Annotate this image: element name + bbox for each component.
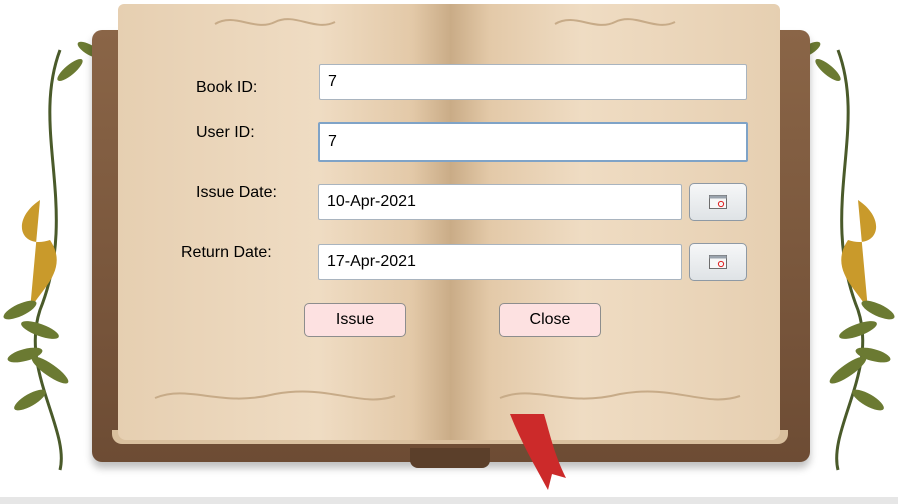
page-flourish-bottom-right (499, 390, 741, 401)
return-date-label: Return Date: (181, 244, 272, 261)
issue-date-input[interactable] (318, 184, 682, 220)
return-date-input[interactable] (318, 244, 682, 280)
user-id-label: User ID: (196, 124, 255, 141)
user-id-input[interactable] (318, 122, 748, 162)
book-id-label: Book ID: (196, 79, 258, 96)
book-id-input[interactable] (319, 64, 747, 100)
issue-button[interactable]: Issue (304, 303, 406, 337)
book-spine (410, 448, 490, 468)
issue-book-window: Book ID: User ID: Issue Date: Return Dat… (0, 0, 898, 504)
return-date-picker-button[interactable] (689, 243, 747, 281)
calendar-icon (709, 195, 727, 209)
page-flourish-top-left (214, 18, 336, 26)
window-bottom-strip (0, 497, 898, 504)
page-flourish-bottom-left (154, 390, 396, 401)
bookmark-ribbon (510, 414, 566, 490)
issue-date-picker-button[interactable] (689, 183, 747, 221)
page-flourish-top-right (554, 18, 676, 26)
issue-date-label: Issue Date: (196, 184, 277, 201)
calendar-icon (709, 255, 727, 269)
close-button[interactable]: Close (499, 303, 601, 337)
